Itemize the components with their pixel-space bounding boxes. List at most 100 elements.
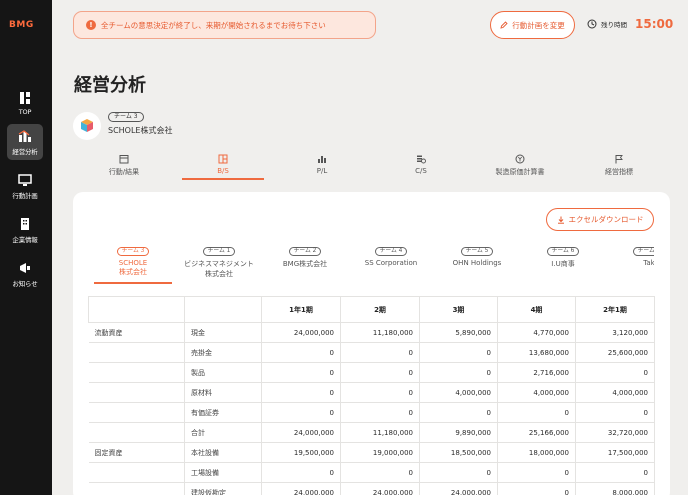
tab-actions[interactable]: 行動/結果 bbox=[83, 150, 165, 180]
team-tab-badge: チーム 1 bbox=[202, 247, 236, 256]
value-cell: 0 bbox=[340, 362, 420, 383]
sidebar-item-news[interactable]: お知らせ bbox=[7, 256, 43, 292]
tab-indicators[interactable]: 経営指標 bbox=[578, 150, 660, 180]
value-cell: 3,120,000 bbox=[575, 322, 655, 343]
team-tab-badge: チーム 3 bbox=[116, 247, 150, 256]
table-header-row: 1年1期 2期 3期 4期 2年1期 bbox=[88, 296, 655, 323]
flag-icon bbox=[615, 155, 623, 164]
column-header: 2年1期 bbox=[575, 296, 655, 323]
timer: 残り時間 15:00 bbox=[587, 17, 673, 31]
sidebar-item-label: 企業情報 bbox=[12, 236, 38, 244]
value-cell: 0 bbox=[261, 382, 341, 403]
team-tab-name: SS Corporation bbox=[364, 259, 418, 267]
category-cell bbox=[88, 462, 185, 483]
value-cell: 0 bbox=[340, 402, 420, 423]
value-cell: 24,000,000 bbox=[340, 482, 420, 495]
team-badge: チーム 3 bbox=[108, 112, 144, 122]
table-row: 流動資産 現金 24,000,000 11,180,000 5,890,000 4,770… bbox=[88, 322, 655, 343]
balance-sheet-table: 1年1期 2期 3期 4期 2年1期 流動資産 現金 24,000,000 11,18… bbox=[88, 296, 655, 495]
team-tab-6[interactable]: チーム 6 I.U商事 bbox=[524, 246, 602, 269]
value-cell: 0 bbox=[261, 402, 341, 423]
item-cell: 本社設備 bbox=[184, 442, 262, 463]
pencil-icon bbox=[500, 21, 508, 29]
change-plan-button[interactable]: 行動計画を変更 bbox=[490, 11, 575, 39]
tab-label: 行動/結果 bbox=[108, 168, 140, 176]
team-tab-7[interactable]: チーム 7 Tak bbox=[610, 246, 654, 267]
value-cell: 0 bbox=[497, 402, 576, 423]
value-cell: 24,000,000 bbox=[261, 422, 341, 443]
calendar-icon bbox=[119, 155, 129, 164]
change-plan-label: 行動計画を変更 bbox=[512, 20, 565, 30]
value-cell: 4,000,000 bbox=[419, 382, 498, 403]
balance-sheet-icon bbox=[218, 154, 228, 164]
value-cell: 0 bbox=[419, 402, 498, 423]
company-logo bbox=[73, 112, 101, 140]
value-cell: 0 bbox=[340, 462, 420, 483]
value-cell: 24,000,000 bbox=[261, 482, 341, 495]
company-logo-icon bbox=[81, 119, 93, 132]
category-cell bbox=[88, 362, 185, 383]
team-tab-3[interactable]: チーム 3 SCHOLE 株式会社 bbox=[94, 246, 172, 284]
team-tab-name: OHN Holdings bbox=[452, 259, 502, 267]
value-cell: 0 bbox=[261, 342, 341, 363]
monitor-icon bbox=[18, 174, 32, 186]
category-cell bbox=[88, 482, 185, 495]
top-icon bbox=[20, 92, 30, 104]
brand-logo: BMG bbox=[9, 20, 34, 30]
sidebar-item-analysis[interactable]: 経営分析 bbox=[7, 124, 43, 160]
table-row: 有価証券 0 0 0 0 0 bbox=[88, 402, 655, 423]
item-cell: 現金 bbox=[184, 322, 262, 343]
tab-label: B/S bbox=[217, 167, 229, 175]
tab-pl[interactable]: P/L bbox=[281, 150, 363, 180]
value-cell: 4,770,000 bbox=[497, 322, 576, 343]
bs-panel: エクセルダウンロード チーム 3 SCHOLE 株式会社 チーム 1 ビジネスマ… bbox=[73, 192, 670, 495]
tab-bs[interactable]: B/S bbox=[182, 150, 264, 180]
sidebar-item-plan[interactable]: 行動計画 bbox=[7, 168, 43, 204]
yen-icon bbox=[515, 154, 525, 164]
value-cell: 0 bbox=[340, 342, 420, 363]
category-cell: 固定資産 bbox=[88, 442, 185, 463]
sidebar-item-company[interactable]: 企業情報 bbox=[7, 212, 43, 248]
item-cell: 製品 bbox=[184, 362, 262, 383]
value-cell: 0 bbox=[261, 462, 341, 483]
item-cell: 合計 bbox=[184, 422, 262, 443]
value-cell: 0 bbox=[575, 462, 655, 483]
tab-cs[interactable]: C/S bbox=[380, 150, 462, 180]
item-cell: 原材料 bbox=[184, 382, 262, 403]
page-title: 経営分析 bbox=[74, 75, 146, 96]
item-cell: 売掛金 bbox=[184, 342, 262, 363]
alert-text: 全チームの意思決定が終了し、来期が開始されるまでお待ち下さい bbox=[101, 20, 326, 30]
table-row: 固定資産 本社設備 19,500,000 19,000,000 18,500,000 18… bbox=[88, 442, 655, 463]
waiting-alert: ! 全チームの意思決定が終了し、来期が開始されるまでお待ち下さい bbox=[73, 11, 376, 39]
team-tab-4[interactable]: チーム 4 SS Corporation bbox=[352, 246, 430, 267]
alert-icon: ! bbox=[86, 20, 96, 30]
tab-cost[interactable]: 製造原価計算書 bbox=[479, 150, 561, 180]
bar-chart-icon bbox=[18, 130, 31, 142]
sidebar-item-top[interactable]: TOP bbox=[7, 86, 43, 122]
tab-label: 製造原価計算書 bbox=[495, 168, 545, 176]
download-icon bbox=[557, 216, 564, 224]
item-cell: 建設仮勘定 bbox=[184, 482, 262, 495]
team-tab-badge: チーム 4 bbox=[374, 247, 408, 256]
team-tab-badge: チーム 2 bbox=[288, 247, 322, 256]
category-cell bbox=[88, 422, 185, 443]
excel-download-label: エクセルダウンロード bbox=[568, 215, 644, 224]
table-body: 流動資産 現金 24,000,000 11,180,000 5,890,000 4,770… bbox=[88, 322, 655, 495]
value-cell: 0 bbox=[575, 402, 655, 423]
value-cell: 13,680,000 bbox=[497, 342, 576, 363]
coins-icon bbox=[417, 155, 426, 164]
team-tab-1[interactable]: チーム 1 ビジネスマネジメント 株式会社 bbox=[180, 246, 258, 279]
value-cell: 5,890,000 bbox=[419, 322, 498, 343]
item-cell: 工場設備 bbox=[184, 462, 262, 483]
excel-download-button[interactable]: エクセルダウンロード bbox=[546, 208, 654, 231]
table-row: 売掛金 0 0 0 13,680,000 25,600,000 bbox=[88, 342, 655, 363]
value-cell: 9,890,000 bbox=[419, 422, 498, 443]
timer-label: 残り時間 bbox=[601, 21, 627, 29]
table-row: 建設仮勘定 24,000,000 24,000,000 24,000,000 0 8,00… bbox=[88, 482, 655, 495]
column-header bbox=[184, 296, 262, 323]
team-tab-5[interactable]: チーム 5 OHN Holdings bbox=[438, 246, 516, 267]
column-header: 3期 bbox=[419, 296, 498, 323]
value-cell: 11,180,000 bbox=[340, 422, 420, 443]
team-tab-2[interactable]: チーム 2 BMG株式会社 bbox=[266, 246, 344, 269]
value-cell: 0 bbox=[575, 362, 655, 383]
